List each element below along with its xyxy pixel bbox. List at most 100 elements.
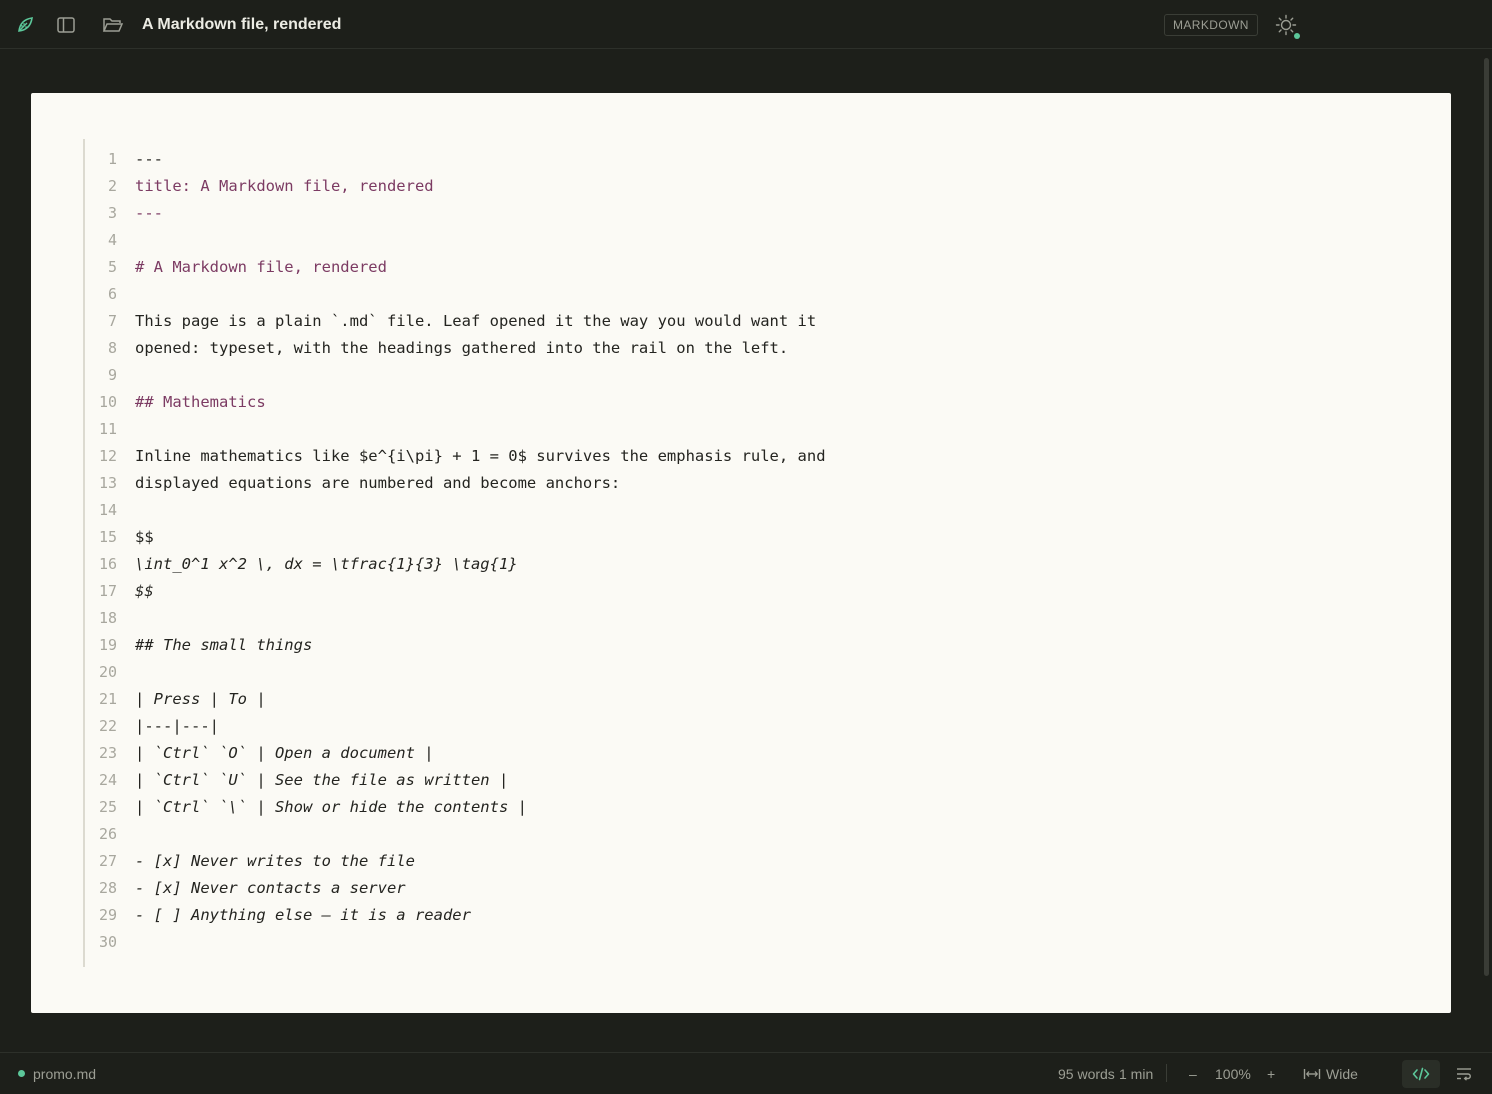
code-line[interactable]: 22 |---|---| xyxy=(85,713,1365,740)
line-text: # A Markdown file, rendered xyxy=(135,258,387,276)
line-text: displayed equations are numbered and bec… xyxy=(135,474,621,492)
code-line[interactable]: 29 - [ ] Anything else — it is a reader xyxy=(85,902,1365,929)
line-text: | `Ctrl` `O` | Open a document | xyxy=(135,744,434,762)
line-number: 6 xyxy=(107,285,117,303)
code-line[interactable]: 1 --- xyxy=(85,146,1365,173)
top-bar: A Markdown file, rendered MARKDOWN xyxy=(0,0,1492,49)
code-icon xyxy=(1412,1067,1430,1081)
source-view[interactable]: 1 --- 2 title: A Markdown file, rendered 3 --… xyxy=(83,139,1385,967)
line-number: 9 xyxy=(107,366,117,384)
code-line[interactable]: 9 xyxy=(85,362,1365,389)
line-text: --- xyxy=(135,150,163,168)
line-text: | `Ctrl` `\` | Show or hide the contents… xyxy=(135,798,527,816)
line-number: 30 xyxy=(98,933,117,951)
code-line[interactable]: 14 xyxy=(85,497,1365,524)
code-line[interactable]: 28 - [x] Never contacts a server xyxy=(85,875,1365,902)
line-number: 22 xyxy=(98,717,117,735)
zoom-level[interactable]: 100% xyxy=(1215,1066,1251,1082)
code-line[interactable]: 5 # A Markdown file, rendered xyxy=(85,254,1365,281)
status-dot-icon xyxy=(1294,33,1300,39)
wrap-icon[interactable] xyxy=(1456,1067,1472,1084)
code-line[interactable]: 24 | `Ctrl` `U` | See the file as written… xyxy=(85,767,1365,794)
code-line[interactable]: 2 title: A Markdown file, rendered xyxy=(85,173,1365,200)
line-number: 12 xyxy=(98,447,117,465)
sun-icon[interactable] xyxy=(1275,14,1297,36)
line-number: 24 xyxy=(98,771,117,789)
code-line[interactable]: 21 | Press | To | xyxy=(85,686,1365,713)
reading-time: 1 min xyxy=(1119,1066,1154,1082)
document-page: 1 --- 2 title: A Markdown file, rendered 3 --… xyxy=(31,93,1451,1013)
line-number: 21 xyxy=(98,690,117,708)
code-line[interactable]: 6 xyxy=(85,281,1365,308)
line-number: 14 xyxy=(98,501,117,519)
line-number: 2 xyxy=(107,177,117,195)
width-toggle-button[interactable]: Wide xyxy=(1326,1066,1358,1082)
code-line[interactable]: 18 xyxy=(85,605,1365,632)
line-text: $$ xyxy=(135,582,154,600)
code-line[interactable]: 19 ## The small things xyxy=(85,632,1365,659)
line-text: ## The small things xyxy=(135,636,313,654)
code-line[interactable]: 11 xyxy=(85,416,1365,443)
code-line[interactable]: 30 xyxy=(85,929,1365,956)
line-number: 19 xyxy=(98,636,117,654)
line-number: 8 xyxy=(107,339,117,357)
saved-dot-icon xyxy=(18,1070,25,1077)
line-text: ## Mathematics xyxy=(135,393,266,411)
line-text: title: A Markdown file, rendered xyxy=(135,177,434,195)
page-title: A Markdown file, rendered xyxy=(142,16,342,33)
code-line[interactable]: 4 xyxy=(85,227,1365,254)
source-toggle-button[interactable] xyxy=(1402,1060,1440,1088)
line-number: 23 xyxy=(98,744,117,762)
line-text: --- xyxy=(135,204,163,222)
leaf-logo-icon[interactable] xyxy=(14,14,36,36)
zoom-out-button[interactable]: – xyxy=(1189,1066,1197,1082)
line-number: 20 xyxy=(98,663,117,681)
code-line[interactable]: 10 ## Mathematics xyxy=(85,389,1365,416)
line-number: 11 xyxy=(98,420,117,438)
line-number: 17 xyxy=(98,582,117,600)
code-line[interactable]: 13 displayed equations are numbered and b… xyxy=(85,470,1365,497)
code-line[interactable]: 8 opened: typeset, with the headings gath… xyxy=(85,335,1365,362)
code-line[interactable]: 17 $$ xyxy=(85,578,1365,605)
code-line[interactable]: 25 | `Ctrl` `\` | Show or hide the conten… xyxy=(85,794,1365,821)
line-text: | Press | To | xyxy=(135,690,266,708)
line-number: 25 xyxy=(98,798,117,816)
mode-badge[interactable]: MARKDOWN xyxy=(1164,14,1258,36)
folder-open-icon[interactable] xyxy=(102,14,124,36)
file-name[interactable]: promo.md xyxy=(33,1066,96,1082)
line-text: | `Ctrl` `U` | See the file as written | xyxy=(135,771,509,789)
code-line[interactable]: 26 xyxy=(85,821,1365,848)
status-bar: promo.md 95 words 1 min – 100% + Wide xyxy=(0,1052,1492,1094)
code-line[interactable]: 15 $$ xyxy=(85,524,1365,551)
line-number: 10 xyxy=(98,393,117,411)
line-number: 18 xyxy=(98,609,117,627)
code-line[interactable]: 20 xyxy=(85,659,1365,686)
line-text: - [x] Never writes to the file xyxy=(135,852,415,870)
line-number: 28 xyxy=(98,879,117,897)
line-text: |---|---| xyxy=(135,717,219,735)
line-number: 27 xyxy=(98,852,117,870)
zoom-in-button[interactable]: + xyxy=(1267,1066,1275,1082)
code-line[interactable]: 3 --- xyxy=(85,200,1365,227)
line-text: opened: typeset, with the headings gathe… xyxy=(135,339,789,357)
code-line[interactable]: 23 | `Ctrl` `O` | Open a document | xyxy=(85,740,1365,767)
line-number: 15 xyxy=(98,528,117,546)
code-line[interactable]: 16 \int_0^1 x^2 \, dx = \tfrac{1}{3} \tag… xyxy=(85,551,1365,578)
scrollbar[interactable] xyxy=(1484,58,1489,976)
line-text: \int_0^1 x^2 \, dx = \tfrac{1}{3} \tag{1… xyxy=(135,555,518,573)
code-line[interactable]: 12 Inline mathematics like $e^{i\pi} + 1 … xyxy=(85,443,1365,470)
width-icon xyxy=(1303,1067,1321,1084)
line-number: 7 xyxy=(107,312,117,330)
code-line[interactable]: 27 - [x] Never writes to the file xyxy=(85,848,1365,875)
code-line[interactable]: 7 This page is a plain `.md` file. Leaf o… xyxy=(85,308,1365,335)
line-number: 1 xyxy=(107,150,117,168)
line-text: $$ xyxy=(135,528,154,546)
word-count: 95 words xyxy=(1058,1066,1115,1082)
line-number: 29 xyxy=(98,906,117,924)
line-number: 26 xyxy=(98,825,117,843)
sidebar-toggle-icon[interactable] xyxy=(55,14,77,36)
line-text: This page is a plain `.md` file. Leaf op… xyxy=(135,312,817,330)
line-number: 5 xyxy=(107,258,117,276)
line-text: - [x] Never contacts a server xyxy=(135,879,406,897)
line-text: - [ ] Anything else — it is a reader xyxy=(135,906,471,924)
